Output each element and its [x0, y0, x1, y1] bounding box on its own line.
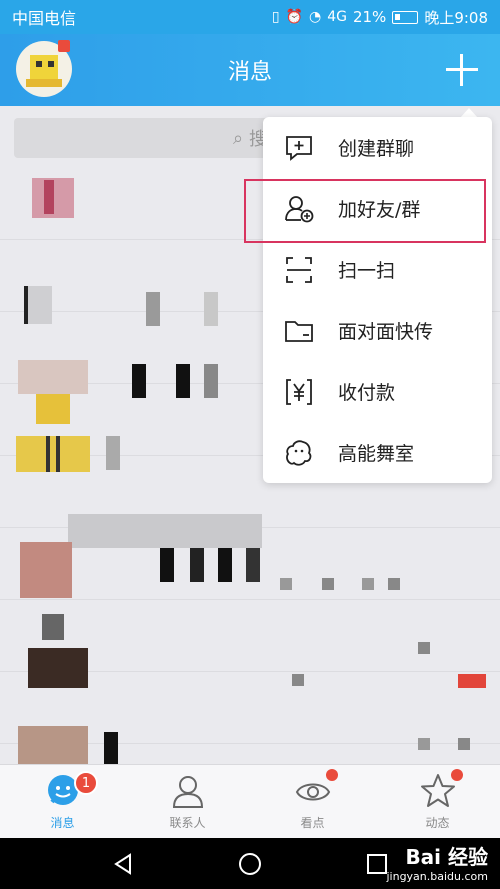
tab-label: 消息	[50, 816, 75, 830]
menu-label: 创建群聊	[338, 138, 415, 160]
menu-item-scan[interactable]: 扫一扫	[263, 239, 492, 300]
notification-dot	[451, 769, 463, 781]
plus-dropdown-menu: 创建群聊 加好友/群 扫一扫 面对面快传 收付款 高能舞室	[263, 117, 492, 483]
menu-item-payment[interactable]: 收付款	[263, 361, 492, 422]
signal-label: 4G	[327, 9, 347, 25]
watermark-url: jingyan.baidu.com	[386, 870, 488, 883]
folder-transfer-icon	[285, 320, 313, 342]
wifi-icon: ◔	[308, 9, 322, 25]
menu-label: 高能舞室	[338, 443, 415, 465]
tab-bar: 消息 1 联系人 看点 动态	[0, 764, 500, 838]
battery-icon	[392, 10, 419, 24]
page-title: 消息	[227, 60, 272, 85]
unread-badge: 1	[74, 771, 98, 795]
list-item[interactable]	[0, 600, 500, 688]
tab-kandian[interactable]: 看点	[250, 765, 375, 838]
home-icon[interactable]	[238, 852, 262, 876]
contacts-icon	[172, 776, 203, 808]
list-item[interactable]	[0, 672, 500, 764]
tab-feeds[interactable]: 动态	[375, 765, 500, 838]
payment-icon	[286, 378, 312, 405]
title-bar: 消息	[0, 34, 500, 106]
back-icon[interactable]	[111, 852, 135, 876]
clock: 晚上9:08	[424, 8, 488, 27]
menu-item-ghost-dance[interactable]: 高能舞室	[263, 422, 492, 483]
menu-label: 收付款	[338, 382, 396, 404]
tab-messages[interactable]: 消息 1	[0, 765, 125, 838]
watermark: Bai 经验 jingyan.baidu.com	[386, 841, 488, 883]
tab-label: 看点	[300, 816, 325, 830]
vibrate-icon: ▯	[271, 9, 280, 25]
watermark-logo: Bai 经验	[405, 845, 488, 869]
tab-label: 动态	[425, 816, 450, 830]
plus-button[interactable]	[440, 48, 484, 92]
alarm-icon: ⏰	[285, 9, 303, 25]
menu-label: 面对面快传	[338, 321, 434, 343]
tab-contacts[interactable]: 联系人	[125, 765, 250, 838]
status-indicators: ▯ ⏰ ◔ 4G 21% 晚上9:08	[272, 7, 488, 28]
menu-label: 扫一扫	[338, 260, 396, 282]
create-group-chat-icon	[286, 135, 312, 161]
ghost-dance-icon	[286, 439, 312, 466]
menu-item-create-group-chat[interactable]: 创建群聊	[263, 117, 492, 178]
menu-item-face-to-face-transfer[interactable]: 面对面快传	[263, 300, 492, 361]
status-bar: 中国电信 ▯ ⏰ ◔ 4G 21% 晚上9:08	[0, 0, 500, 34]
carrier-label: 中国电信	[12, 9, 77, 28]
avatar-badge	[58, 40, 70, 52]
list-item[interactable]	[0, 528, 500, 600]
notification-dot	[326, 769, 338, 781]
tab-label: 联系人	[169, 816, 206, 830]
highlight-box	[244, 179, 486, 243]
search-icon: ⌕	[232, 127, 244, 149]
battery-percent: 21%	[352, 8, 387, 26]
scan-icon	[286, 256, 312, 283]
